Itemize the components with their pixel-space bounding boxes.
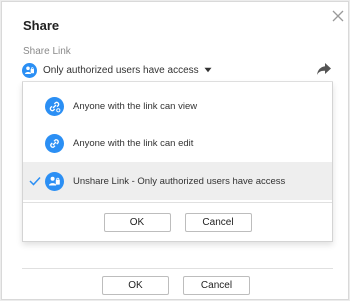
link-edit-icon	[45, 133, 64, 153]
checkmark-icon	[29, 176, 41, 186]
share-link-label: Share Link	[23, 46, 71, 57]
access-level-dropdown[interactable]: Only authorized users have access	[22, 61, 212, 79]
menu-ok-button[interactable]: OK	[103, 213, 171, 232]
cancel-button[interactable]: Cancel	[183, 275, 250, 295]
menu-item-view[interactable]: Anyone with the link can view	[23, 87, 332, 125]
dialog-title: Share	[23, 18, 60, 33]
caret-down-icon	[204, 67, 212, 73]
access-level-menu: Anyone with the link can view Anyone wit…	[22, 82, 333, 242]
close-icon[interactable]	[332, 10, 344, 22]
menu-cancel-button[interactable]: Cancel	[184, 213, 252, 232]
divider	[22, 268, 333, 269]
users-icon	[45, 171, 64, 191]
access-level-value: Only authorized users have access	[43, 64, 199, 76]
menu-item-label: Anyone with the link can edit	[73, 137, 194, 149]
menu-item-label: Unshare Link - Only authorized users hav…	[73, 175, 286, 187]
dialog-button-bar: OK Cancel	[2, 274, 350, 296]
share-dialog: Share Share Link Only authorized users h…	[1, 1, 349, 300]
menu-button-bar: OK Cancel	[23, 202, 332, 242]
share-arrow-icon[interactable]	[316, 62, 332, 76]
users-icon	[22, 62, 37, 78]
menu-item-label: Anyone with the link can view	[73, 100, 198, 112]
link-view-icon	[45, 96, 64, 116]
ok-button[interactable]: OK	[102, 275, 169, 295]
menu-item-unshare[interactable]: Unshare Link - Only authorized users hav…	[23, 162, 332, 200]
menu-item-edit[interactable]: Anyone with the link can edit	[23, 124, 332, 162]
